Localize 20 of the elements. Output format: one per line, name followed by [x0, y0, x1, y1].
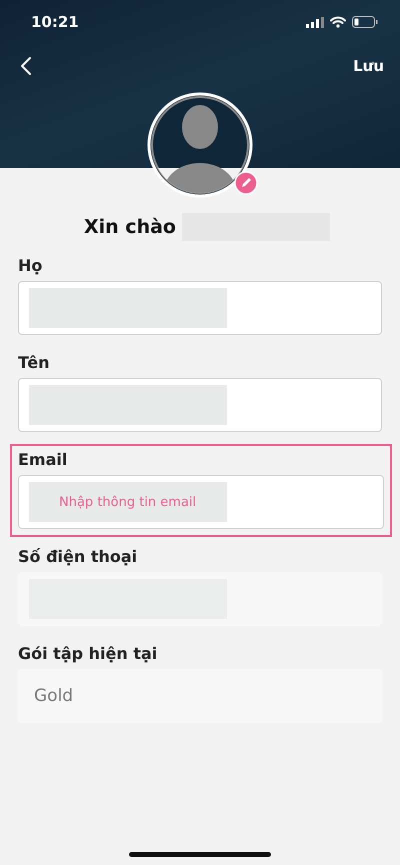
field-value: Gold	[34, 686, 74, 706]
signal-icon	[306, 16, 324, 28]
placeholder-text: Nhập thông tin email	[59, 494, 196, 510]
field-label: Số điện thoại	[18, 547, 138, 566]
save-button[interactable]: Lưu	[353, 57, 384, 75]
field-label: Email	[18, 450, 68, 469]
edit-icon[interactable]	[234, 171, 258, 195]
wifi-icon	[330, 16, 346, 28]
input-field[interactable]	[18, 281, 382, 335]
field-label: Tên	[18, 353, 50, 372]
avatar-icon[interactable]	[146, 91, 254, 199]
back-button[interactable]	[18, 54, 34, 78]
back-icon	[20, 56, 32, 76]
battery-icon	[352, 16, 378, 28]
field-label: Gói tập hiện tại	[18, 644, 158, 663]
input-field[interactable]	[18, 378, 382, 432]
status-time: 10:21	[31, 13, 79, 31]
field-label: Họ	[18, 256, 44, 275]
greeting-text: Xin chào	[84, 216, 176, 238]
input-field[interactable]: Nhập thông tin email	[18, 475, 384, 529]
